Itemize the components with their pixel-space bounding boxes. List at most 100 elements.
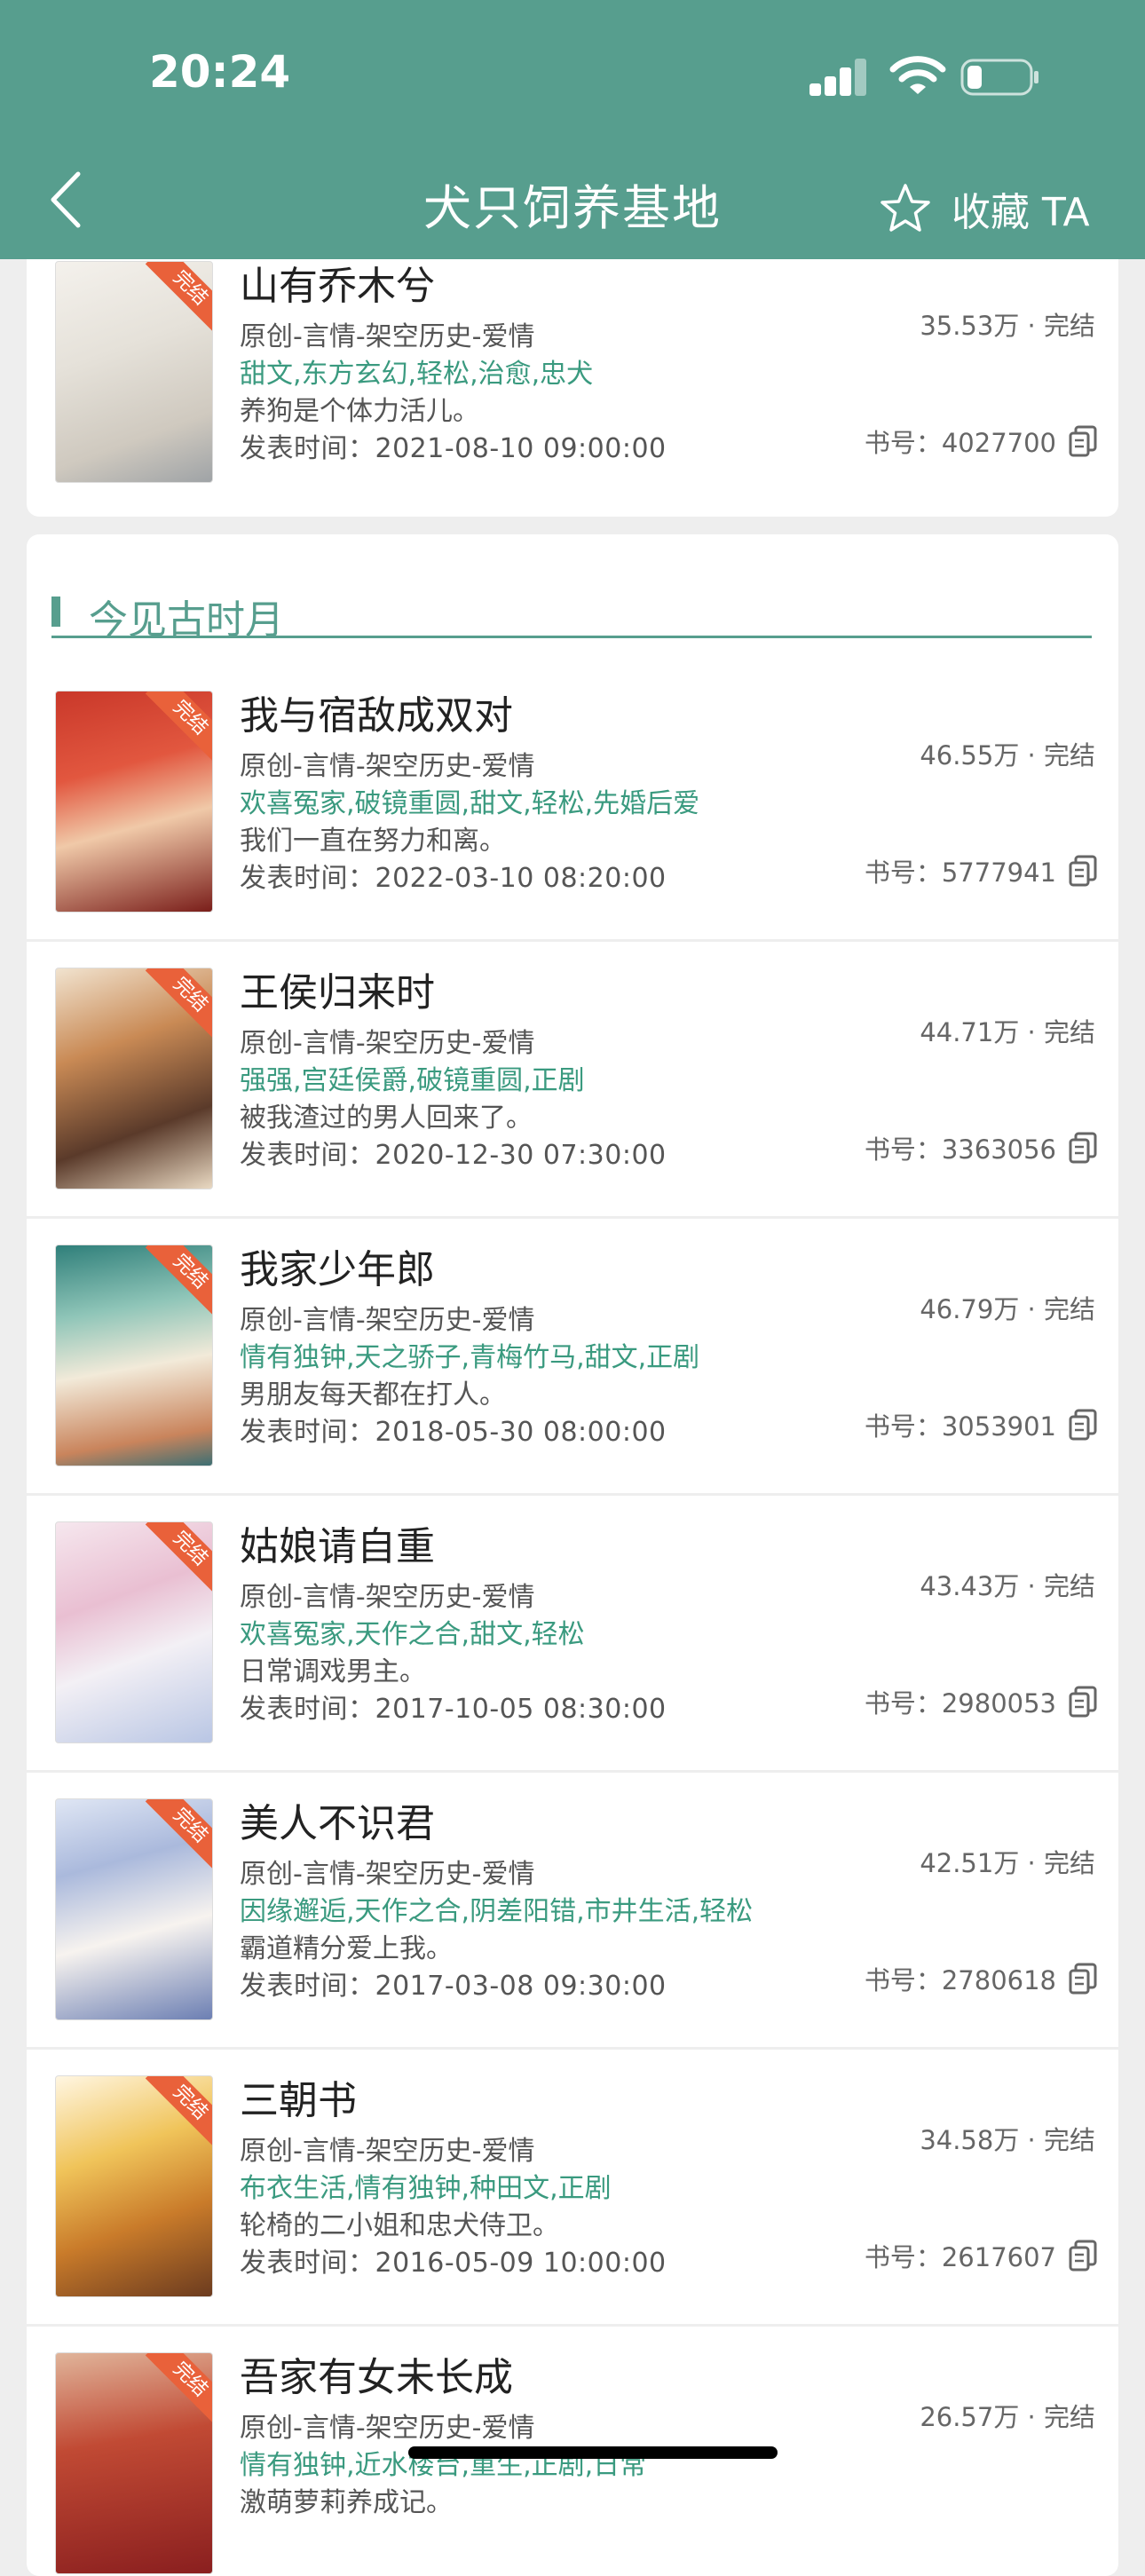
book-publish-date: 发表时间：2016-05-09 10:00:00 — [240, 2248, 667, 2279]
book-item[interactable]: 完结 山有乔木兮 原创-言情-架空历史-爱情 甜文,东方玄幻,轻松,治愈,忠犬 … — [27, 259, 1118, 504]
completed-ribbon: 完结 — [145, 691, 212, 763]
book-word-count: 46.55万 · 完结 — [920, 740, 1095, 770]
book-tags: 甜文,东方玄幻,轻松,治愈,忠犬 — [240, 359, 594, 390]
completed-ribbon: 完结 — [145, 262, 212, 334]
book-item[interactable]: 完结 美人不识君原创-言情-架空历史-爱情因缘邂逅,天作之合,阴差阳错,市井生活,… — [27, 1770, 1118, 2050]
book-cover[interactable]: 完结 — [55, 1245, 213, 1466]
book-item[interactable]: 完结 我与宿敌成双对原创-言情-架空历史-爱情欢喜冤家,破镜重圆,甜文,轻松,先婚… — [27, 662, 1118, 942]
book-description: 被我渣过的男人回来了。 — [240, 1102, 533, 1134]
book-category: 原创-言情-架空历史-爱情 — [240, 1028, 535, 1059]
book-title[interactable]: 姑娘请自重 — [240, 1514, 435, 1571]
book-cover[interactable]: 完结 — [55, 1798, 213, 2020]
book-item[interactable]: 完结 我家少年郎原创-言情-架空历史-爱情情有独钟,天之骄子,青梅竹马,甜文,正剧… — [27, 1216, 1118, 1496]
book-description: 日常调戏男主。 — [240, 1656, 426, 1687]
book-word-count: 44.71万 · 完结 — [920, 1017, 1095, 1047]
book-id[interactable]: 书号：3053901 — [865, 1406, 1097, 1443]
book-word-count: 46.79万 · 完结 — [920, 1294, 1095, 1324]
copy-icon — [1069, 2240, 1097, 2272]
favorite-button[interactable]: 收藏 TA — [879, 178, 1090, 240]
book-cover[interactable]: 完结 — [55, 968, 213, 1189]
book-category: 原创-言情-架空历史-爱情 — [240, 2136, 535, 2167]
book-cover[interactable]: 完结 — [55, 2075, 213, 2297]
home-indicator — [408, 2446, 778, 2459]
book-title[interactable]: 吾家有女未长成 — [240, 2345, 513, 2402]
section-accent-bar — [51, 597, 60, 627]
copy-icon — [1069, 855, 1097, 887]
app-header: 20:24 犬只饲养基地 收藏 TA — [0, 0, 1145, 259]
book-id-text: 书号：2980053 — [864, 1688, 1056, 1719]
completed-ribbon: 完结 — [145, 2353, 212, 2425]
completed-ribbon: 完结 — [145, 1245, 212, 1317]
book-word-count: 42.51万 · 完结 — [920, 1848, 1095, 1878]
book-id[interactable]: 书号：4027700 — [865, 423, 1097, 460]
book-word-count: 43.43万 · 完结 — [920, 1571, 1095, 1601]
book-id-text: 书号：4027700 — [864, 428, 1056, 458]
copy-icon — [1069, 1686, 1097, 1718]
book-id-text: 书号：2780618 — [864, 1965, 1056, 1995]
section-card: 今见古时月 完结 我与宿敌成双对 原创-言情-架空历史-爱情 欢喜冤家,破镜重圆,甜文… — [27, 534, 1118, 2576]
book-id-text: 书号：2617607 — [864, 2242, 1056, 2272]
star-icon — [880, 184, 930, 232]
book-word-count: 26.57万 · 完结 — [920, 2402, 1095, 2432]
book-title[interactable]: 我与宿敌成双对 — [240, 684, 513, 740]
book-id-text: 书号：3363056 — [864, 1134, 1056, 1165]
book-title[interactable]: 三朝书 — [240, 2068, 357, 2125]
book-publish-date: 发表时间：2017-10-05 08:30:00 — [240, 1694, 667, 1725]
book-item[interactable]: 完结 王侯归来时原创-言情-架空历史-爱情强强,宫廷侯爵,破镜重圆,正剧 被我渣过的… — [27, 939, 1118, 1219]
book-id[interactable]: 书号：2617607 — [865, 2237, 1097, 2274]
book-description: 轮椅的二小姐和忠犬侍卫。 — [240, 2210, 559, 2241]
book-publish-date: 发表时间：2021-08-10 09:00:00 — [240, 433, 667, 464]
book-publish-date: 发表时间：2018-05-30 08:00:00 — [240, 1417, 667, 1448]
book-description: 霸道精分爱上我。 — [240, 1933, 453, 1964]
book-publish-date: 发表时间：2020-12-30 07:30:00 — [240, 1140, 667, 1171]
book-tags: 欢喜冤家,天作之合,甜文,轻松 — [240, 1619, 585, 1650]
book-publish-date: 发表时间：2022-03-10 08:20:00 — [240, 863, 667, 894]
completed-ribbon: 完结 — [145, 968, 212, 1040]
book-id[interactable]: 书号：2780618 — [865, 1960, 1097, 1997]
section-header: 今见古时月 — [51, 561, 1092, 643]
completed-ribbon: 完结 — [145, 2076, 212, 2148]
copy-icon — [1069, 1409, 1097, 1441]
book-title[interactable]: 美人不识君 — [240, 1791, 435, 1848]
book-tags: 情有独钟,天之骄子,青梅竹马,甜文,正剧 — [240, 1342, 700, 1373]
book-id[interactable]: 书号：3363056 — [865, 1129, 1097, 1166]
book-title[interactable]: 我家少年郎 — [240, 1237, 435, 1294]
book-description: 激萌萝莉养成记。 — [240, 2487, 453, 2518]
cellular-signal-icon — [809, 57, 868, 96]
favorite-label: 收藏 TA — [952, 190, 1090, 235]
book-cover[interactable]: 完结 — [55, 691, 213, 913]
book-id-text: 书号：5777941 — [864, 857, 1056, 888]
book-tags: 布衣生活,情有独钟,种田文,正剧 — [240, 2173, 612, 2204]
book-item[interactable]: 完结 三朝书原创-言情-架空历史-爱情布衣生活,情有独钟,种田文,正剧 轮椅的二小姐… — [27, 2047, 1118, 2327]
book-publish-date: 发表时间：2017-03-08 09:30:00 — [240, 1971, 667, 2002]
book-word-count: 35.53万 · 完结 — [920, 311, 1095, 341]
book-title[interactable]: 王侯归来时 — [240, 960, 435, 1017]
book-description: 男朋友每天都在打人。 — [240, 1379, 506, 1410]
book-id[interactable]: 书号：2980053 — [865, 1683, 1097, 1720]
status-time: 20:24 — [149, 46, 291, 98]
book-cover[interactable]: 完结 — [55, 1521, 213, 1743]
copy-icon — [1069, 425, 1097, 457]
book-cover[interactable]: 完结 — [55, 261, 213, 483]
book-item[interactable]: 完结 姑娘请自重原创-言情-架空历史-爱情欢喜冤家,天作之合,甜文,轻松 日常调戏男… — [27, 1493, 1118, 1773]
book-tags: 欢喜冤家,破镜重圆,甜文,轻松,先婚后爱 — [240, 788, 700, 819]
book-id[interactable]: 书号：5777941 — [865, 852, 1097, 889]
book-description: 养狗是个体力活儿。 — [240, 396, 479, 427]
book-id-text: 书号：3053901 — [864, 1411, 1056, 1442]
book-category: 原创-言情-架空历史-爱情 — [240, 1582, 535, 1613]
book-title[interactable]: 山有乔木兮 — [240, 259, 435, 311]
copy-icon — [1069, 1963, 1097, 1995]
book-cover[interactable]: 完结 — [55, 2352, 213, 2574]
book-tags: 因缘邂逅,天作之合,阴差阳错,市井生活,轻松 — [240, 1896, 754, 1927]
book-card-top: 完结 山有乔木兮 原创-言情-架空历史-爱情 甜文,东方玄幻,轻松,治愈,忠犬 … — [27, 259, 1118, 517]
book-category: 原创-言情-架空历史-爱情 — [240, 751, 535, 782]
battery-icon — [960, 59, 1038, 96]
book-category: 原创-言情-架空历史-爱情 — [240, 321, 535, 352]
completed-ribbon: 完结 — [145, 1799, 212, 1871]
copy-icon — [1069, 1132, 1097, 1164]
book-category: 原创-言情-架空历史-爱情 — [240, 1305, 535, 1336]
book-tags: 强强,宫廷侯爵,破镜重圆,正剧 — [240, 1065, 585, 1096]
book-category: 原创-言情-架空历史-爱情 — [240, 2413, 535, 2444]
wifi-icon — [889, 56, 946, 94]
book-category: 原创-言情-架空历史-爱情 — [240, 1859, 535, 1890]
